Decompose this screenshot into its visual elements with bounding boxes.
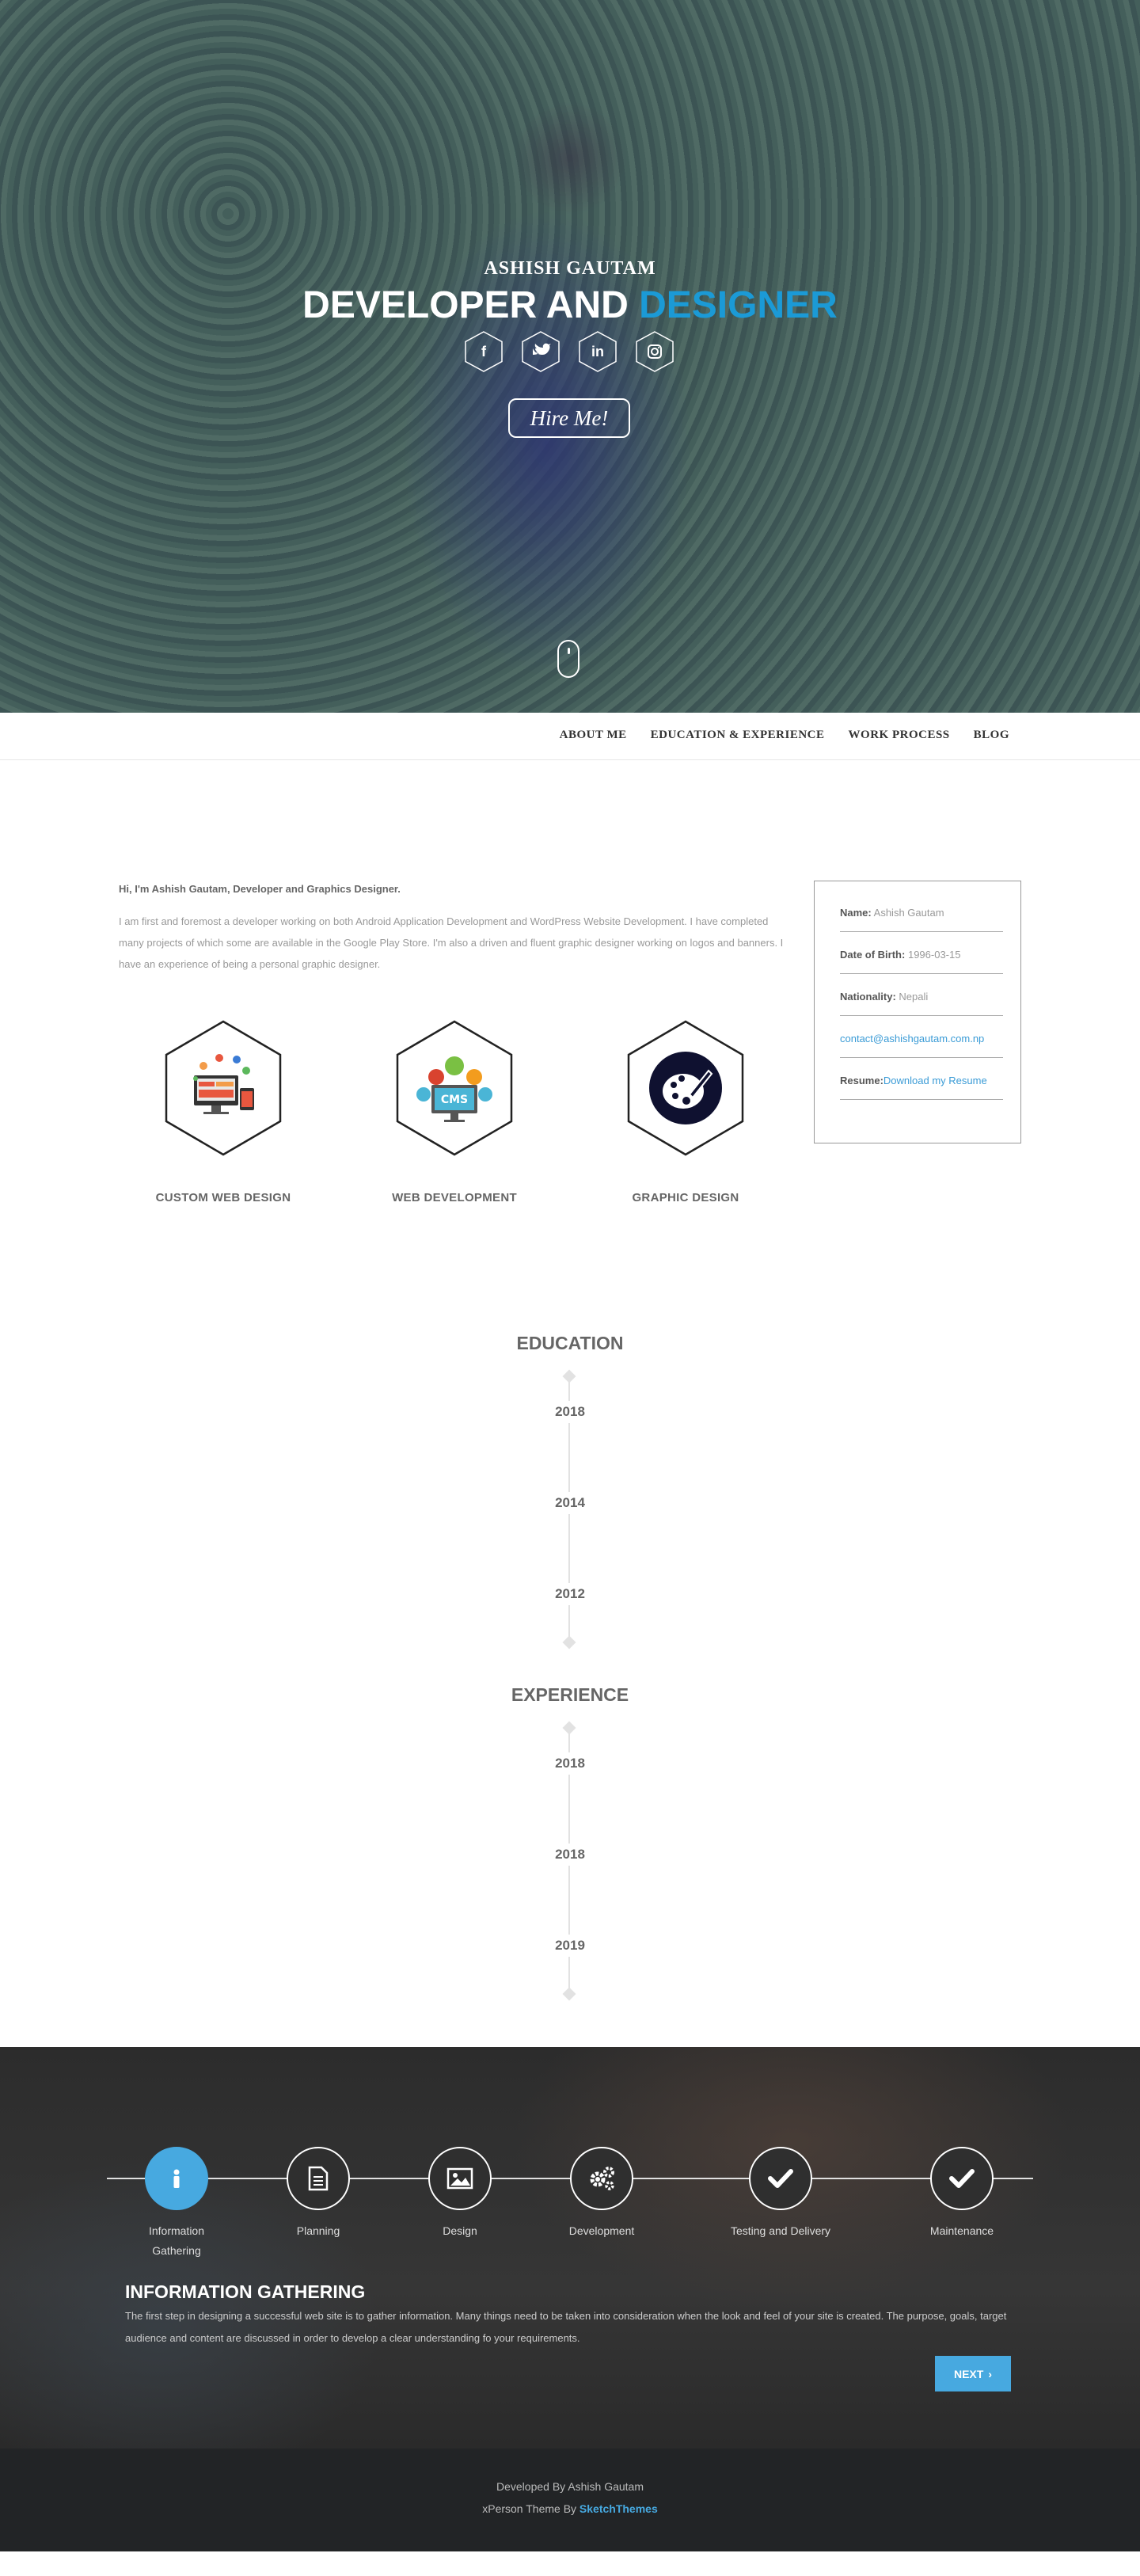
footer: Developed By Ashish Gautam xPerson Theme… xyxy=(0,2449,1140,2551)
info-name: Name: Ashish Gautam xyxy=(840,907,1003,932)
timeline-start-marker xyxy=(562,1721,576,1735)
info-dob: Date of Birth: 1996-03-15 xyxy=(840,949,1003,974)
info-icon xyxy=(145,2147,208,2210)
facebook-icon[interactable]: f xyxy=(464,331,504,372)
education-year-1[interactable]: 2018 xyxy=(538,1401,602,1423)
education-year-2[interactable]: 2014 xyxy=(538,1492,602,1514)
check-icon xyxy=(930,2147,994,2210)
process-step-maintenance[interactable]: Maintenance xyxy=(899,2147,1025,2241)
process-step-information-gathering[interactable]: Information Gathering xyxy=(113,2147,240,2261)
timeline-end-marker xyxy=(562,1635,576,1649)
next-button[interactable]: NEXT › xyxy=(935,2356,1011,2391)
image-icon xyxy=(428,2147,492,2210)
instagram-icon[interactable] xyxy=(635,331,674,372)
nav-item-blog[interactable]: BLOG xyxy=(974,729,1009,742)
experience-year-1[interactable]: 2018 xyxy=(538,1752,602,1775)
sketchthemes-link[interactable]: SketchThemes xyxy=(580,2502,658,2515)
hero-name: ASHISH GAUTAM xyxy=(484,258,656,279)
nav-item-work-process[interactable]: WORK PROCESS xyxy=(849,729,950,742)
education-year-3[interactable]: 2012 xyxy=(538,1583,602,1605)
experience-year-3[interactable]: 2019 xyxy=(538,1935,602,1957)
process-step-planning[interactable]: Planning xyxy=(255,2147,382,2241)
chevron-right-icon: › xyxy=(988,2367,992,2380)
hero-title-main: DEVELOPER AND xyxy=(302,284,640,326)
process-active-text: The first step in designing a successful… xyxy=(125,2310,1007,2344)
service-custom-web-design: CUSTOM WEB DESIGN xyxy=(156,1020,291,1204)
experience-title: EXPERIENCE xyxy=(511,1684,629,1705)
hero-title: DEVELOPER AND DESIGNER xyxy=(0,283,1140,327)
svg-text:CMS: CMS xyxy=(441,1094,468,1106)
hero-section: ASHISH GAUTAM DEVELOPER AND DESIGNER f i… xyxy=(0,0,1140,713)
scroll-down-icon[interactable] xyxy=(557,640,580,678)
email-link[interactable]: contact@ashishgautam.com.np xyxy=(840,1033,984,1044)
info-resume: Resume:Download my Resume xyxy=(840,1075,1003,1100)
hero-title-accent: DESIGNER xyxy=(639,284,838,326)
timeline-start-marker xyxy=(562,1369,576,1383)
education-title: EDUCATION xyxy=(516,1333,624,1353)
twitter-icon[interactable] xyxy=(521,331,560,372)
info-nationality: Nationality: Nepali xyxy=(840,991,1003,1016)
footer-theme-credit: xPerson Theme By SketchThemes xyxy=(482,2502,658,2515)
process-step-testing-delivery[interactable]: Testing and Delivery xyxy=(717,2147,844,2241)
palette-brush-icon xyxy=(649,1052,722,1124)
experience-year-2[interactable]: 2018 xyxy=(538,1844,602,1866)
footer-credit: Developed By Ashish Gautam xyxy=(496,2480,644,2493)
process-step-development[interactable]: Development xyxy=(538,2147,665,2241)
nav-item-education-experience[interactable]: EDUCATION & EXPERIENCE xyxy=(651,729,825,742)
hire-me-button[interactable]: Hire Me! xyxy=(508,398,630,438)
about-heading: Hi, I'm Ashish Gautam, Developer and Gra… xyxy=(119,883,401,895)
service-graphic-design: GRAPHIC DESIGN xyxy=(626,1020,745,1204)
process-step-design[interactable]: Design xyxy=(397,2147,523,2241)
nav-item-about-me[interactable]: ABOUT ME xyxy=(560,729,627,742)
document-icon xyxy=(287,2147,350,2210)
info-card: Name: Ashish Gautam Date of Birth: 1996-… xyxy=(814,881,1021,1143)
process-active-title: INFORMATION GATHERING xyxy=(125,2281,366,2302)
work-process-section: Information Gathering Planning Design De… xyxy=(0,2047,1140,2449)
timeline-end-marker xyxy=(562,1987,576,2001)
check-icon xyxy=(749,2147,812,2210)
resume-download-link[interactable]: Download my Resume xyxy=(884,1075,987,1086)
about-text: I am first and foremost a developer work… xyxy=(119,915,784,970)
linkedin-icon[interactable]: in xyxy=(578,331,618,372)
main-nav: ABOUT ME EDUCATION & EXPERIENCE WORK PRO… xyxy=(0,713,1140,760)
gears-icon xyxy=(570,2147,633,2210)
social-links: f in xyxy=(464,331,674,372)
service-web-development: CMS WEB DEVELOPMENT xyxy=(392,1020,517,1204)
info-email: contact@ashishgautam.com.np xyxy=(840,1033,1003,1058)
